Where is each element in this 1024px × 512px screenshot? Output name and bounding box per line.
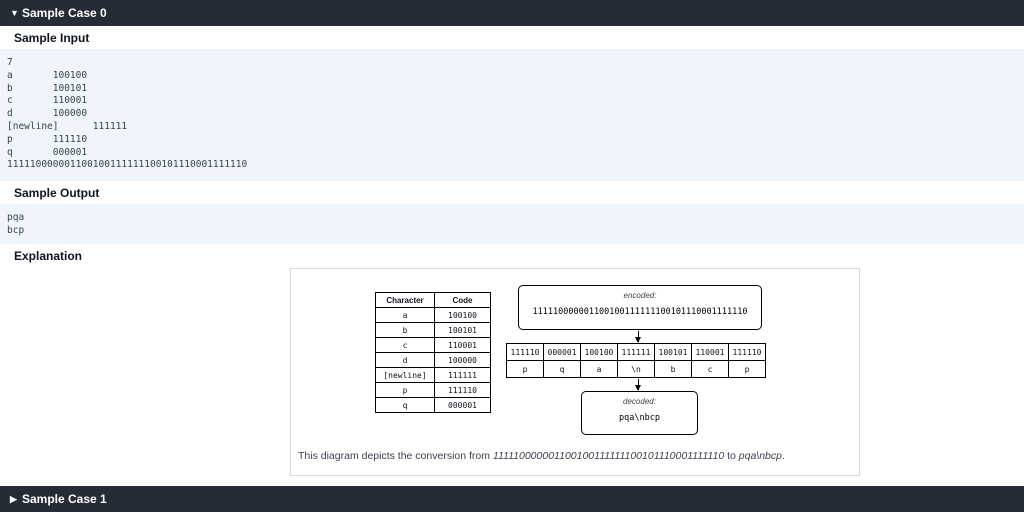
table-row: b 100101 [375,322,491,338]
explanation-title: Explanation [14,249,83,263]
caret-down-icon: ▼ [10,8,19,18]
input-line: [newline] 111111 [7,120,128,132]
input-line: d 100000 [7,108,88,120]
caption-middle: to [724,450,739,462]
decoded-box: decoded: pqa\nbcp [581,391,698,435]
decoded-value: pqa\nbcp [619,413,660,423]
input-line: b 100101 [7,82,88,94]
row-code: 100101 [434,322,491,338]
row-character: b [375,322,435,338]
arrow-down-icon [635,379,641,391]
segment-code: 000001 [543,343,581,361]
segment-table: 111110 000001 100100 111111 100101 110001 1111… [506,343,766,378]
sample-input-title: Sample Input [14,31,90,45]
input-line: q 000001 [7,146,88,158]
segment-char: p [506,360,544,378]
caption-from: 1111100000011001001111111001011100011111… [492,450,725,462]
input-line: c 110001 [7,95,88,107]
segment-code: 110001 [691,343,729,361]
row-code: 000001 [434,397,491,413]
segment-code: 100101 [654,343,692,361]
caption-prefix: This diagram depicts the conversion from [298,450,493,462]
decoded-label: decoded: [623,397,656,406]
code-mapping-table: Character Code a 100100 b 100101 c 110001 d 100… [375,292,491,413]
segment-chars-row: p q a \n b c p [506,360,766,378]
sample-case-1-header[interactable]: ▶ Sample Case 1 [0,486,1024,512]
segment-char: \n [617,360,655,378]
input-line: 7 [7,57,13,68]
table-row: p 111110 [375,382,491,398]
input-line: a 100100 [7,69,88,81]
diagram-caption: This diagram depicts the conversion from… [298,450,858,462]
table-row: [newline] 111111 [375,367,491,383]
segment-char: p [728,360,766,378]
sample-case-0-header[interactable]: ▼ Sample Case 0 [0,0,1024,26]
segment-code: 111110 [728,343,766,361]
table-row: a 100100 [375,307,491,323]
caret-right-icon: ▶ [10,493,17,504]
row-code: 100100 [434,307,491,323]
caption-to: pqa\nbcp [738,450,782,462]
segment-codes-row: 111110 000001 100100 111111 100101 110001 1111… [506,343,766,361]
row-character: [newline] [375,367,435,383]
segment-char: b [654,360,692,378]
encoded-value: 1111100000011001001111111001011100011111… [532,307,748,317]
input-line: 1111100000011001001111111001011100011111… [7,159,248,171]
encoded-box: encoded: 1111100000011001001111111001011… [518,285,762,330]
segment-char: c [691,360,729,378]
encoded-label: encoded: [623,291,657,300]
table-row: q 000001 [375,397,491,413]
segment-char: a [580,360,618,378]
segment-code: 100100 [580,343,618,361]
sample-case-1-title: Sample Case 1 [22,492,107,506]
row-character: d [375,352,435,368]
sample-output-block: pqa bcp [0,204,1024,244]
caption-suffix: . [781,450,785,462]
row-code: 111111 [434,367,491,383]
row-code: 100000 [434,352,491,368]
table-row: d 100000 [375,352,491,368]
sample-case-0-title: Sample Case 0 [22,6,107,20]
row-character: c [375,337,435,353]
row-character: p [375,382,435,398]
sample-output-title: Sample Output [14,186,100,200]
explanation-diagram: Character Code a 100100 b 100101 c 110001 d 100… [290,268,860,476]
row-character: q [375,397,435,413]
segment-char: q [543,360,581,378]
segment-code: 111111 [617,343,655,361]
row-code: 111110 [434,382,491,398]
row-character: a [375,307,435,323]
output-line: pqa [7,212,25,223]
arrow-down-icon [635,331,641,343]
row-code: 110001 [434,337,491,353]
table-row: c 110001 [375,337,491,353]
input-line: p 111110 [7,133,88,145]
table-header-code: Code [434,292,491,308]
table-header-character: Character [375,292,435,308]
output-line: bcp [7,224,25,236]
sample-input-block: 7a 100100 b 100101 c 110001 d 100000 [newlin… [0,49,1024,181]
segment-code: 111110 [506,343,544,361]
